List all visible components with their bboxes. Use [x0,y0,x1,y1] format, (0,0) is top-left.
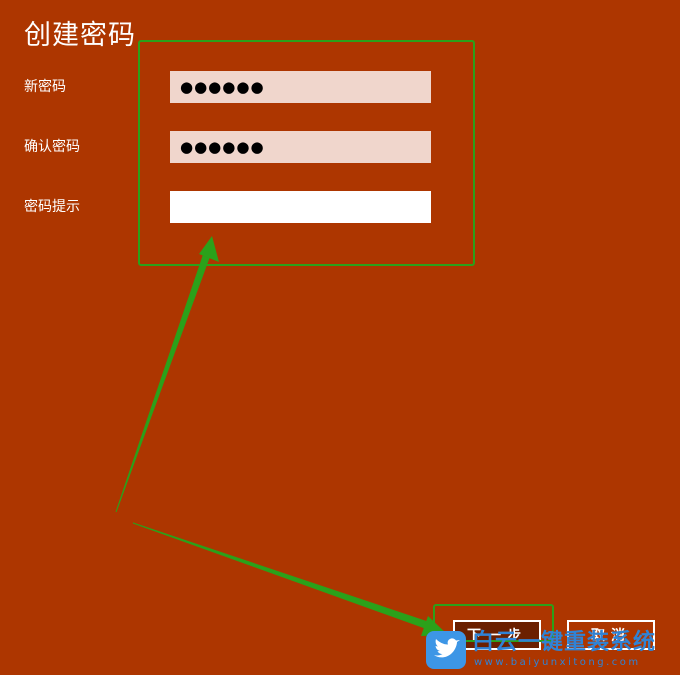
annotation-arrows [115,236,448,636]
watermark-text: 白云一键重装系统 [472,630,657,655]
arrow-to-next-button [132,522,448,636]
bird-icon [426,631,466,669]
watermark: 白云一键重装系统 www.baiyunxitong.com [426,629,676,673]
arrow-to-fields [115,236,219,513]
watermark-url: www.baiyunxitong.com [474,657,641,668]
